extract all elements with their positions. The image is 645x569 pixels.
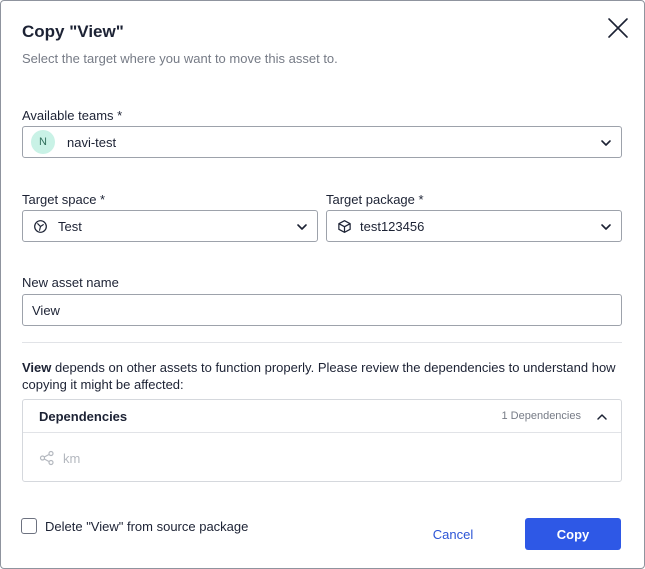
delete-from-source-option[interactable]: Delete "View" from source package [21,518,248,534]
space-label: Target space * [22,192,106,207]
cancel-button[interactable]: Cancel [419,519,487,549]
description-text: depends on other assets to function prop… [22,360,616,392]
dependency-item-label: km [63,450,81,466]
space-icon [32,218,48,234]
teams-select[interactable]: N navi-test [22,126,622,158]
delete-from-source-label: Delete "View" from source package [45,518,249,534]
asset-name-value: View [32,302,60,318]
package-select[interactable]: test123456 [326,210,622,242]
package-label: Target package * [326,192,424,207]
chevron-down-icon [601,224,611,230]
dialog-subtitle: Select the target where you want to move… [22,51,338,66]
space-select[interactable]: Test [22,210,318,242]
divider [22,342,622,343]
teams-label: Available teams * [22,108,123,123]
dependencies-title: Dependencies [39,409,128,424]
asset-name-bold: View [22,360,52,375]
copy-button[interactable]: Copy [525,518,621,550]
chevron-down-icon [297,224,307,230]
dependency-description: View depends on other assets to function… [22,359,622,393]
asset-name-label: New asset name [22,275,119,290]
close-icon [608,18,628,38]
dependencies-count: 1 Dependencies [501,410,581,422]
chevron-down-icon [601,140,611,146]
close-button[interactable] [604,14,632,42]
dependencies-header[interactable]: Dependencies 1 Dependencies [23,400,621,433]
package-select-value: test123456 [360,218,425,234]
delete-from-source-checkbox[interactable] [21,518,37,534]
asset-name-input[interactable]: View [22,294,622,326]
space-select-value: Test [58,218,82,234]
dependency-item: km [39,450,80,466]
dependencies-panel: Dependencies 1 Dependencies km [22,399,622,482]
connections-icon [39,450,54,466]
teams-select-value: navi-test [67,134,117,150]
chevron-up-icon[interactable] [596,411,608,423]
copy-dialog: Copy "View" Select the target where you … [0,0,645,569]
dialog-title: Copy "View" [22,22,124,41]
team-avatar: N [31,130,55,154]
package-icon [336,218,352,234]
